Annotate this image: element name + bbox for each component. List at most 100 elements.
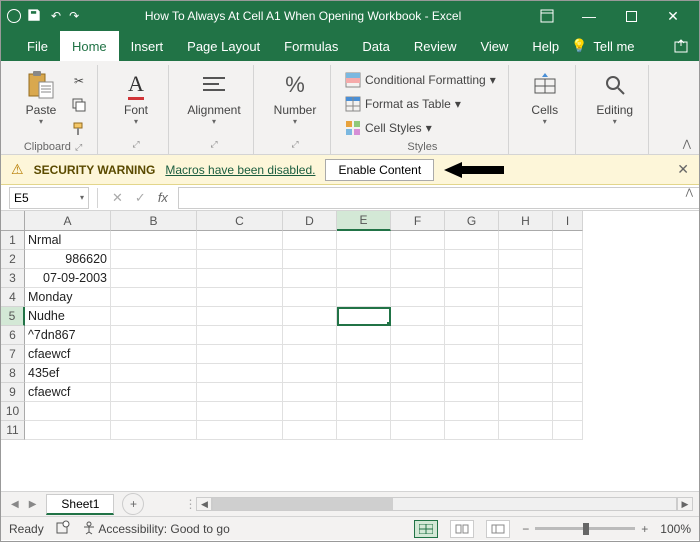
- tell-me[interactable]: 💡 Tell me: [571, 31, 634, 61]
- cell[interactable]: [283, 326, 337, 345]
- security-message[interactable]: Macros have been disabled.: [165, 163, 315, 177]
- cell[interactable]: [283, 231, 337, 250]
- cell[interactable]: [445, 402, 499, 421]
- editing-button[interactable]: Editing ▾: [590, 69, 640, 126]
- cell[interactable]: 435ef: [25, 364, 111, 383]
- format-painter-button[interactable]: [69, 119, 89, 139]
- cell[interactable]: [499, 402, 553, 421]
- cell[interactable]: [25, 402, 111, 421]
- cell[interactable]: [197, 383, 283, 402]
- cell[interactable]: [111, 250, 197, 269]
- col-header[interactable]: I: [553, 211, 583, 231]
- cell[interactable]: [197, 421, 283, 440]
- collapse-ribbon-button[interactable]: ⋀: [683, 139, 691, 150]
- security-close-button[interactable]: ✕: [677, 161, 689, 178]
- cell[interactable]: [553, 288, 583, 307]
- undo-icon[interactable]: ↶: [51, 9, 61, 23]
- cell[interactable]: cfaewcf: [25, 383, 111, 402]
- cell[interactable]: [499, 364, 553, 383]
- autosave-icon[interactable]: [7, 9, 21, 23]
- row-header[interactable]: 10: [1, 402, 25, 421]
- cell[interactable]: [283, 345, 337, 364]
- cell[interactable]: [337, 231, 391, 250]
- tab-formulas[interactable]: Formulas: [272, 31, 350, 61]
- spreadsheet-grid[interactable]: ABCDEFGHI1Nrmal2986620307-09-20034Monday…: [1, 211, 699, 491]
- cell[interactable]: 986620: [25, 250, 111, 269]
- sheet-tab[interactable]: Sheet1: [46, 494, 114, 515]
- cell[interactable]: [553, 307, 583, 326]
- insert-function-button[interactable]: fx: [152, 190, 174, 205]
- tab-insert[interactable]: Insert: [119, 31, 176, 61]
- cell[interactable]: [499, 250, 553, 269]
- cell[interactable]: [283, 383, 337, 402]
- cell[interactable]: [445, 364, 499, 383]
- cell[interactable]: [337, 383, 391, 402]
- cell[interactable]: [25, 421, 111, 440]
- cell[interactable]: [111, 402, 197, 421]
- cell[interactable]: [111, 383, 197, 402]
- cell[interactable]: [499, 288, 553, 307]
- close-button[interactable]: ✕: [653, 2, 693, 30]
- cell[interactable]: [445, 345, 499, 364]
- cell[interactable]: [337, 288, 391, 307]
- cell[interactable]: [111, 231, 197, 250]
- number-button[interactable]: % Number ▾: [268, 69, 322, 126]
- share-button[interactable]: [663, 31, 699, 61]
- cell[interactable]: [283, 421, 337, 440]
- horizontal-scrollbar[interactable]: [212, 497, 677, 511]
- cell[interactable]: [499, 326, 553, 345]
- alignment-launcher[interactable]: ⤢: [210, 139, 217, 150]
- cell[interactable]: [391, 231, 445, 250]
- cell[interactable]: [553, 383, 583, 402]
- cell[interactable]: [391, 345, 445, 364]
- page-break-view-button[interactable]: [486, 520, 510, 538]
- cell[interactable]: Nrmal: [25, 231, 111, 250]
- cell[interactable]: [337, 421, 391, 440]
- cell[interactable]: [111, 269, 197, 288]
- col-header[interactable]: C: [197, 211, 283, 231]
- cell[interactable]: [111, 307, 197, 326]
- col-header[interactable]: A: [25, 211, 111, 231]
- cell[interactable]: [499, 421, 553, 440]
- alignment-button[interactable]: Alignment ▾: [183, 69, 245, 126]
- cell[interactable]: [553, 421, 583, 440]
- cell[interactable]: [499, 383, 553, 402]
- tab-page-layout[interactable]: Page Layout: [175, 31, 272, 61]
- cell[interactable]: [111, 345, 197, 364]
- cell[interactable]: [391, 250, 445, 269]
- cell[interactable]: [499, 269, 553, 288]
- cell[interactable]: [111, 326, 197, 345]
- cell[interactable]: [197, 364, 283, 383]
- cell[interactable]: [391, 383, 445, 402]
- cell[interactable]: [283, 288, 337, 307]
- cell[interactable]: ^7dn867: [25, 326, 111, 345]
- cell[interactable]: [445, 421, 499, 440]
- enter-formula-button[interactable]: ✓: [129, 190, 152, 206]
- tab-data[interactable]: Data: [350, 31, 401, 61]
- sheet-nav-next[interactable]: ▶: [29, 499, 37, 510]
- cell[interactable]: [283, 364, 337, 383]
- cell[interactable]: [445, 250, 499, 269]
- chevron-down-icon[interactable]: ▾: [80, 193, 84, 202]
- row-header[interactable]: 11: [1, 421, 25, 440]
- cell[interactable]: [391, 288, 445, 307]
- normal-view-button[interactable]: [414, 520, 438, 538]
- cell[interactable]: [337, 307, 391, 326]
- copy-button[interactable]: [69, 95, 89, 115]
- cell[interactable]: [337, 250, 391, 269]
- cell[interactable]: [197, 269, 283, 288]
- row-header[interactable]: 9: [1, 383, 25, 402]
- col-header[interactable]: G: [445, 211, 499, 231]
- conditional-formatting-button[interactable]: Conditional Formatting ▾: [345, 69, 500, 91]
- col-header[interactable]: F: [391, 211, 445, 231]
- cell[interactable]: [391, 307, 445, 326]
- zoom-in-button[interactable]: +: [641, 522, 648, 536]
- cell[interactable]: [337, 364, 391, 383]
- cell[interactable]: [111, 288, 197, 307]
- cell[interactable]: [391, 364, 445, 383]
- add-sheet-button[interactable]: +: [122, 493, 144, 515]
- accessibility-status[interactable]: Accessibility: Good to go: [82, 521, 230, 536]
- row-header[interactable]: 5: [1, 307, 25, 326]
- cell[interactable]: [553, 326, 583, 345]
- cell[interactable]: [445, 288, 499, 307]
